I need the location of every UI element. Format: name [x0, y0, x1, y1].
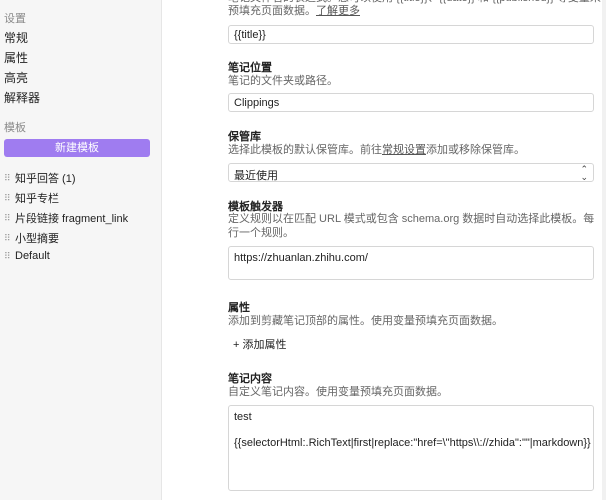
template-item[interactable]: ⠿ 知乎回答 (1) [4, 170, 76, 186]
template-item-label: 知乎回答 (1) [15, 173, 76, 185]
drag-handle-icon[interactable]: ⠿ [4, 193, 11, 204]
triggers-description: 定义规则以在匹配 URL 模式或包含 schema.org 数据时自动选择此模板… [228, 213, 595, 239]
chevron-updown-icon: ⌃ ⌄ [580, 164, 588, 182]
templates-section-label: 模板 [4, 122, 26, 134]
template-item[interactable]: ⠿ 片段链接 fragment_link [4, 210, 128, 226]
template-item-label: Default [15, 250, 50, 262]
location-description: 笔记的文件夹或路径。 [228, 75, 338, 87]
name-field-description: 笔记文件名的表达式。您可以使用 {{title}}、{{date}} 和 {{p… [228, 0, 601, 17]
add-property-button[interactable]: + 添加属性 [233, 336, 286, 352]
template-item[interactable]: ⠿ 小型摘要 [4, 230, 59, 246]
vault-select[interactable]: 最近使用 ⌃ ⌄ [228, 163, 594, 182]
note-name-input[interactable]: {{title}} [228, 25, 594, 44]
triggers-textarea[interactable]: https://zhuanlan.zhihu.com/ [228, 246, 594, 280]
learn-more-link[interactable]: 了解更多 [316, 5, 360, 17]
template-editor: 笔记文件名的表达式。您可以使用 {{title}}、{{date}} 和 {{p… [163, 0, 606, 500]
vault-description: 选择此模板的默认保管库。前往常规设置添加或移除保管库。 [228, 144, 525, 156]
content-title: 笔记内容 [228, 373, 272, 385]
sidebar: 设置 常规 属性 高亮 解释器 模板 新建模板 ⠿ 知乎回答 (1) ⠿ 知乎专… [0, 0, 162, 500]
content-description: 自定义笔记内容。使用变量预填充页面数据。 [228, 386, 448, 398]
vault-title: 保管库 [228, 131, 261, 143]
template-item-label: 知乎专栏 [15, 193, 59, 205]
template-item[interactable]: ⠿ Default [4, 250, 50, 262]
sidebar-item-interpreter[interactable]: 解释器 [4, 89, 40, 106]
sidebar-item-general[interactable]: 常规 [4, 29, 28, 46]
vault-select-value: 最近使用 [234, 170, 278, 182]
note-location-input[interactable]: Clippings [228, 93, 594, 112]
new-template-button[interactable]: 新建模板 [4, 139, 150, 157]
template-item[interactable]: ⠿ 知乎专栏 [4, 190, 59, 206]
drag-handle-icon[interactable]: ⠿ [4, 213, 11, 224]
properties-description: 添加到剪藏笔记顶部的属性。使用变量预填充页面数据。 [228, 315, 503, 327]
properties-title: 属性 [228, 302, 250, 314]
template-item-label: 片段链接 fragment_link [15, 213, 129, 225]
drag-handle-icon[interactable]: ⠿ [4, 233, 11, 244]
note-content-textarea[interactable]: test {{selectorHtml:.RichText|first|repl… [228, 405, 594, 491]
sidebar-item-highlights[interactable]: 高亮 [4, 69, 28, 86]
location-title: 笔记位置 [228, 62, 272, 74]
scrollbar[interactable] [602, 0, 606, 500]
drag-handle-icon[interactable]: ⠿ [4, 251, 11, 262]
sidebar-item-properties[interactable]: 属性 [4, 49, 28, 66]
template-item-label: 小型摘要 [15, 233, 59, 245]
general-settings-link[interactable]: 常规设置 [382, 144, 426, 156]
settings-section-label: 设置 [4, 13, 26, 25]
drag-handle-icon[interactable]: ⠿ [4, 173, 11, 184]
